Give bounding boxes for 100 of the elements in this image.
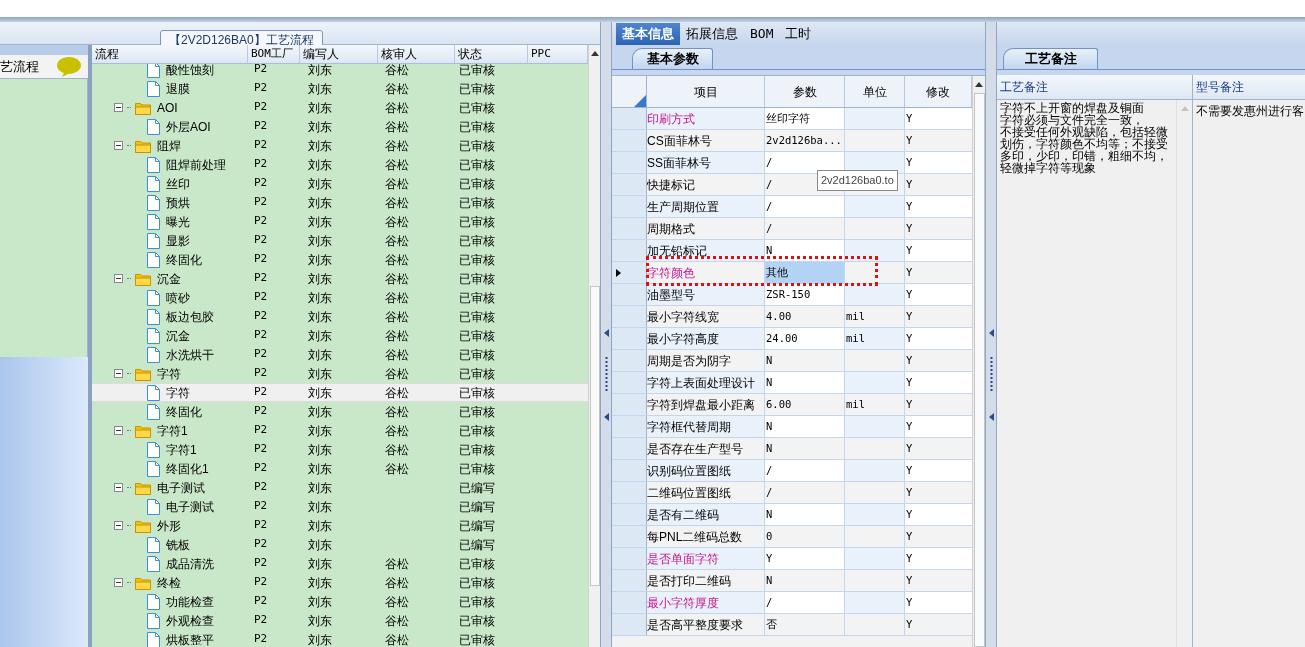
tree-row[interactable]: 曝光 P2 刘东 谷松 已审核 bbox=[92, 212, 588, 231]
grip-icon[interactable] bbox=[604, 356, 608, 393]
folder-icon bbox=[135, 518, 151, 533]
column-header[interactable]: 型号备注 bbox=[1193, 75, 1305, 99]
collapse-arrow-icon[interactable] bbox=[603, 328, 609, 337]
tree-row[interactable]: 沉金 P2 刘东 谷松 已审核 bbox=[92, 269, 588, 288]
column-header[interactable]: 流程 bbox=[92, 45, 248, 63]
grid-row[interactable]: 油墨型号 ZSR-150 Y bbox=[612, 284, 972, 306]
tree-row[interactable]: 沉金 P2 刘东 谷松 已审核 bbox=[92, 326, 588, 345]
grid-row[interactable]: 最小字符厚度 / Y bbox=[612, 592, 972, 614]
tab[interactable]: 拓展信息 bbox=[680, 23, 744, 45]
grid-row[interactable]: SS面菲林号 / Y bbox=[612, 152, 972, 174]
tree-row[interactable]: 预烘 P2 刘东 谷松 已审核 bbox=[92, 193, 588, 212]
speech-bubble-icon[interactable] bbox=[56, 55, 82, 78]
scrollbar[interactable] bbox=[588, 45, 600, 647]
tree-row[interactable]: 板边包胶 P2 刘东 谷松 已审核 bbox=[92, 307, 588, 326]
collapse-icon[interactable] bbox=[114, 426, 123, 435]
corner-triangle-icon[interactable] bbox=[634, 95, 646, 107]
tree-row[interactable]: 成品清洗 P2 刘东 谷松 已审核 bbox=[92, 554, 588, 573]
grip-icon[interactable] bbox=[989, 356, 993, 393]
collapse-icon[interactable] bbox=[114, 521, 123, 530]
tab[interactable]: 基本参数 bbox=[632, 48, 713, 69]
tab[interactable]: BOM bbox=[744, 23, 780, 45]
scroll-up-icon[interactable] bbox=[975, 82, 983, 87]
tree-row[interactable]: 终固化1 P2 刘东 谷松 已审核 bbox=[92, 459, 588, 478]
tree-row[interactable]: 酸性蚀刻 P2 刘东 谷松 已审核 bbox=[92, 60, 588, 79]
collapse-icon[interactable] bbox=[114, 369, 123, 378]
tree-row[interactable]: 外层AOI P2 刘东 谷松 已审核 bbox=[92, 117, 588, 136]
collapse-icon[interactable] bbox=[114, 274, 123, 283]
column-header[interactable]: 编写人 bbox=[300, 45, 378, 63]
column-header[interactable]: 参数 bbox=[765, 76, 845, 107]
row-header[interactable] bbox=[612, 262, 647, 283]
tree-row[interactable]: 外形 P2 刘东 已编写 bbox=[92, 516, 588, 535]
grid-row[interactable]: 是否存在生产型号 N Y bbox=[612, 438, 972, 460]
tree-row[interactable]: 电子测试 P2 刘东 已编写 bbox=[92, 478, 588, 497]
tree-row[interactable]: 字符 P2 刘东 谷松 已审核 bbox=[92, 383, 588, 402]
tree-row[interactable]: 终检 P2 刘东 谷松 已审核 bbox=[92, 573, 588, 592]
table-cell: 字符上表面处理设计 bbox=[647, 372, 765, 393]
tree-row[interactable]: 丝印 P2 刘东 谷松 已审核 bbox=[92, 174, 588, 193]
column-header[interactable]: BOM工厂 bbox=[248, 45, 300, 63]
grid-row[interactable]: 是否单面字符 Y Y bbox=[612, 548, 972, 570]
collapse-icon[interactable] bbox=[114, 483, 123, 492]
table-cell: N bbox=[765, 350, 845, 371]
tree-row[interactable]: 终固化 P2 刘东 谷松 已审核 bbox=[92, 250, 588, 269]
table-cell: 是否存在生产型号 bbox=[647, 438, 765, 459]
collapse-arrow-icon[interactable] bbox=[988, 412, 994, 421]
grid-row[interactable]: 加无铅标记 N Y bbox=[612, 240, 972, 262]
grid-row[interactable]: 是否有二维码 N Y bbox=[612, 504, 972, 526]
tree-row[interactable]: 功能检查 P2 刘东 谷松 已审核 bbox=[92, 592, 588, 611]
tree-row[interactable]: 终固化 P2 刘东 谷松 已审核 bbox=[92, 402, 588, 421]
grid-row[interactable]: CS面菲林号 2v2d126ba... Y bbox=[612, 130, 972, 152]
grid-row[interactable]: 最小字符高度 24.00 mil Y bbox=[612, 328, 972, 350]
tree-row[interactable]: 字符 P2 刘东 谷松 已审核 bbox=[92, 364, 588, 383]
tree-row[interactable]: 阻焊 P2 刘东 谷松 已审核 bbox=[92, 136, 588, 155]
grid-row[interactable]: 最小字符线宽 4.00 mil Y bbox=[612, 306, 972, 328]
tree-row[interactable]: 显影 P2 刘东 谷松 已审核 bbox=[92, 231, 588, 250]
grid-row[interactable]: 字符框代替周期 N Y bbox=[612, 416, 972, 438]
column-header[interactable]: 项目 bbox=[647, 76, 765, 107]
column-header[interactable]: 核审人 bbox=[378, 45, 455, 63]
collapse-icon[interactable] bbox=[114, 578, 123, 587]
tree-row[interactable]: 水洗烘干 P2 刘东 谷松 已审核 bbox=[92, 345, 588, 364]
table-cell-text: P2 bbox=[253, 61, 269, 78]
grid-row[interactable]: 周期格式 / Y bbox=[612, 218, 972, 240]
tree-row[interactable]: 阻焊前处理 P2 刘东 谷松 已审核 bbox=[92, 155, 588, 174]
table-cell: 0 bbox=[765, 526, 845, 547]
tree-row[interactable]: AOI P2 刘东 谷松 已审核 bbox=[92, 98, 588, 117]
tree-row[interactable]: 喷砂 P2 刘东 谷松 已审核 bbox=[92, 288, 588, 307]
sidebar-header[interactable]: 艺流程 bbox=[0, 55, 88, 79]
grid-row[interactable]: 字符上表面处理设计 N Y bbox=[612, 372, 972, 394]
collapse-icon[interactable] bbox=[114, 141, 123, 150]
grid-row[interactable]: 每PNL二维码总数 0 Y bbox=[612, 526, 972, 548]
collapse-arrow-icon[interactable] bbox=[603, 412, 609, 421]
grid-row[interactable]: 周期是否为阴字 N Y bbox=[612, 350, 972, 372]
tree-row[interactable]: 退膜 P2 刘东 谷松 已审核 bbox=[92, 79, 588, 98]
column-header[interactable]: 单位 bbox=[845, 76, 905, 107]
tree-row[interactable]: 铣板 P2 刘东 已编写 bbox=[92, 535, 588, 554]
table-cell: / bbox=[765, 592, 845, 613]
grid-row[interactable]: 字符到焊盘最小距离 6.00 mil Y bbox=[612, 394, 972, 416]
scroll-thumb[interactable] bbox=[589, 286, 600, 586]
tab[interactable]: 基本信息 bbox=[616, 23, 680, 45]
document-icon bbox=[147, 384, 160, 401]
grid-row[interactable]: 识别码位置图纸 / Y bbox=[612, 460, 972, 482]
collapse-arrow-icon[interactable] bbox=[988, 328, 994, 337]
scroll-up-icon[interactable] bbox=[590, 51, 599, 56]
tree-row[interactable]: 电子测试 P2 刘东 已编写 bbox=[92, 497, 588, 516]
collapse-icon[interactable] bbox=[114, 103, 123, 112]
grid-row[interactable]: 生产周期位置 / Y bbox=[612, 196, 972, 218]
tab[interactable]: 工艺备注 bbox=[1003, 48, 1098, 69]
tree-row[interactable]: 烘板整平 P2 刘东 谷松 已审核 bbox=[92, 630, 588, 647]
grid-row[interactable]: 二维码位置图纸 / Y bbox=[612, 482, 972, 504]
tab[interactable]: 工时 bbox=[779, 23, 818, 45]
column-header[interactable]: 工艺备注 bbox=[997, 75, 1193, 99]
grid-row[interactable]: 印刷方式 丝印字符 Y bbox=[612, 108, 972, 130]
table-cell-text: P2 bbox=[253, 403, 269, 420]
column-header[interactable]: 状态 bbox=[455, 45, 528, 63]
grid-row[interactable]: 是否高平整度要求 否 Y bbox=[612, 614, 972, 636]
tree-row[interactable]: 外观检查 P2 刘东 谷松 已审核 bbox=[92, 611, 588, 630]
tree-row[interactable]: 字符1 P2 刘东 谷松 已审核 bbox=[92, 421, 588, 440]
grid-row[interactable]: 是否打印二维码 N Y bbox=[612, 570, 972, 592]
tree-row[interactable]: 字符1 P2 刘东 谷松 已审核 bbox=[92, 440, 588, 459]
